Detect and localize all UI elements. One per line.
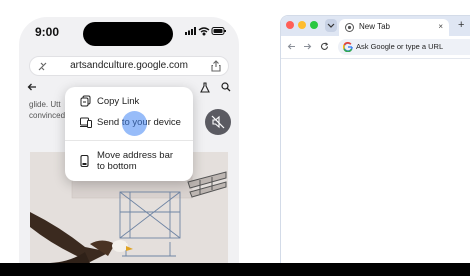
google-logo-icon <box>343 42 353 52</box>
menu-item-label: Move address bar to bottom <box>97 150 174 172</box>
minimize-window-button[interactable] <box>298 21 306 29</box>
back-arrow-icon[interactable] <box>27 82 37 92</box>
signal-icon <box>185 27 196 35</box>
forward-arrow-icon[interactable] <box>303 42 312 51</box>
menu-divider <box>65 140 193 141</box>
search-icon[interactable] <box>221 82 231 92</box>
battery-icon <box>211 27 226 35</box>
wifi-icon <box>198 27 210 36</box>
link-copy-icon <box>80 95 91 107</box>
browser-toolbar: Ask Google or type a URL <box>281 36 470 58</box>
toolbar-divider <box>281 58 470 59</box>
tab-title: New Tab <box>359 22 390 31</box>
url-text[interactable]: artsandculture.google.com <box>30 60 228 71</box>
share-icon[interactable] <box>211 60 221 72</box>
menu-item-copy-link[interactable]: Copy Link <box>65 95 193 111</box>
tab-strip: New Tab × + <box>281 16 470 36</box>
touch-indicator <box>122 111 147 136</box>
mute-button[interactable] <box>205 109 231 135</box>
maximize-window-button[interactable] <box>310 21 318 29</box>
menu-item-label: Copy Link <box>97 96 140 107</box>
devices-icon <box>80 117 92 128</box>
tab-search-button[interactable] <box>325 19 337 32</box>
menu-item-move-address-bar[interactable]: Move address bar to bottom <box>65 149 193 173</box>
status-icons <box>185 26 227 36</box>
flask-icon[interactable] <box>200 82 210 93</box>
chrome-window: New Tab × + Ask Google or type a URL <box>280 15 470 263</box>
tab-new-tab[interactable]: New Tab × <box>339 19 449 36</box>
reload-icon[interactable] <box>320 42 329 51</box>
chevron-down-icon <box>327 23 335 28</box>
bottom-letterbox <box>0 263 470 276</box>
new-tab-button[interactable]: + <box>458 19 464 31</box>
close-window-button[interactable] <box>286 21 294 29</box>
dynamic-island <box>83 22 173 46</box>
chrome-favicon-icon <box>345 23 354 32</box>
omnibox[interactable]: Ask Google or type a URL <box>338 39 470 55</box>
status-time: 9:00 <box>35 25 60 39</box>
back-arrow-icon[interactable] <box>287 42 296 51</box>
tab-close-icon[interactable]: × <box>438 22 443 31</box>
phone-icon <box>80 155 89 167</box>
address-bar[interactable]: artsandculture.google.com <box>29 56 229 76</box>
omnibox-placeholder: Ask Google or type a URL <box>356 42 444 51</box>
volume-off-icon <box>211 115 225 129</box>
